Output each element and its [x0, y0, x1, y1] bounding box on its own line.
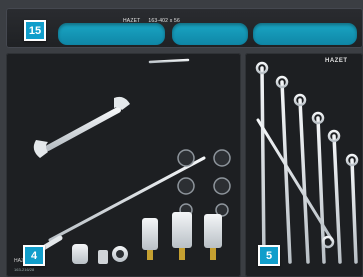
right-tray-brand: HAZET: [325, 58, 348, 64]
open-end-wrench: [33, 96, 130, 158]
badge-5: 5: [258, 245, 280, 266]
badge-4: 4: [23, 245, 45, 266]
ring-spanner-set: [255, 61, 359, 264]
tools-illustration: [20, 58, 359, 264]
adapters: [72, 244, 128, 264]
socket-set: [177, 149, 231, 217]
left-tray-code: 163-216/28: [14, 267, 35, 272]
bit-sockets: [142, 212, 222, 260]
spanner-set: [20, 58, 200, 186]
